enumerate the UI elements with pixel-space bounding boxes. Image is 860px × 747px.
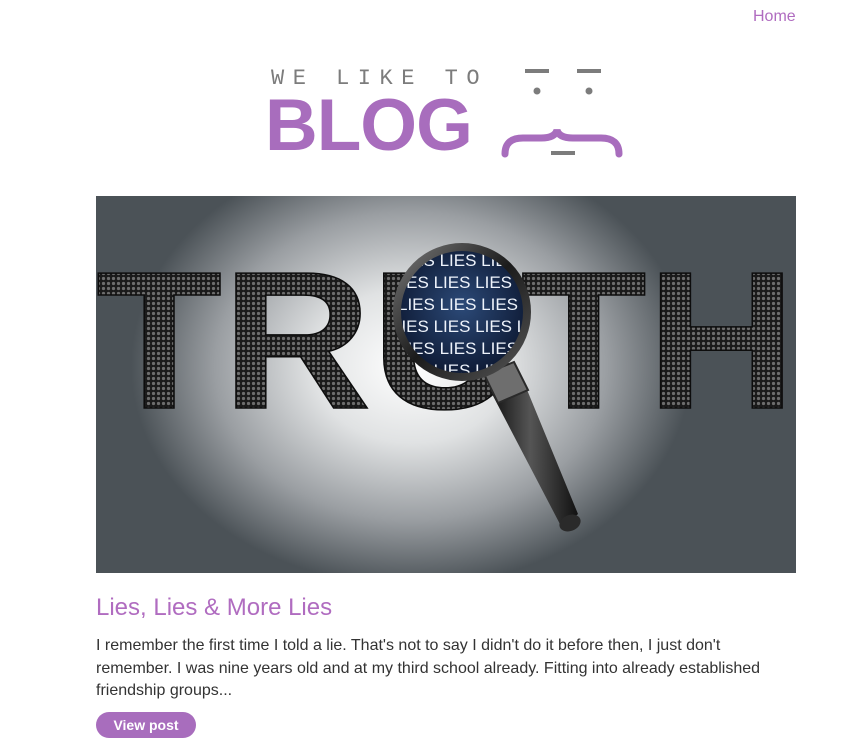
logo-face-icon: [501, 69, 623, 158]
site-logo[interactable]: WE LIKE TO BLOG: [265, 62, 625, 166]
nav-home-link[interactable]: Home: [753, 8, 796, 26]
view-post-button[interactable]: View post: [96, 712, 196, 738]
post-excerpt: I remember the first time I told a lie. …: [96, 637, 761, 699]
post-hero-image[interactable]: TRUTH LIES LIES LIES LIES LIESLIES LIES …: [96, 196, 796, 573]
post-title[interactable]: Lies, Lies & More Lies: [96, 594, 332, 622]
logo-word: BLOG: [265, 85, 473, 166]
